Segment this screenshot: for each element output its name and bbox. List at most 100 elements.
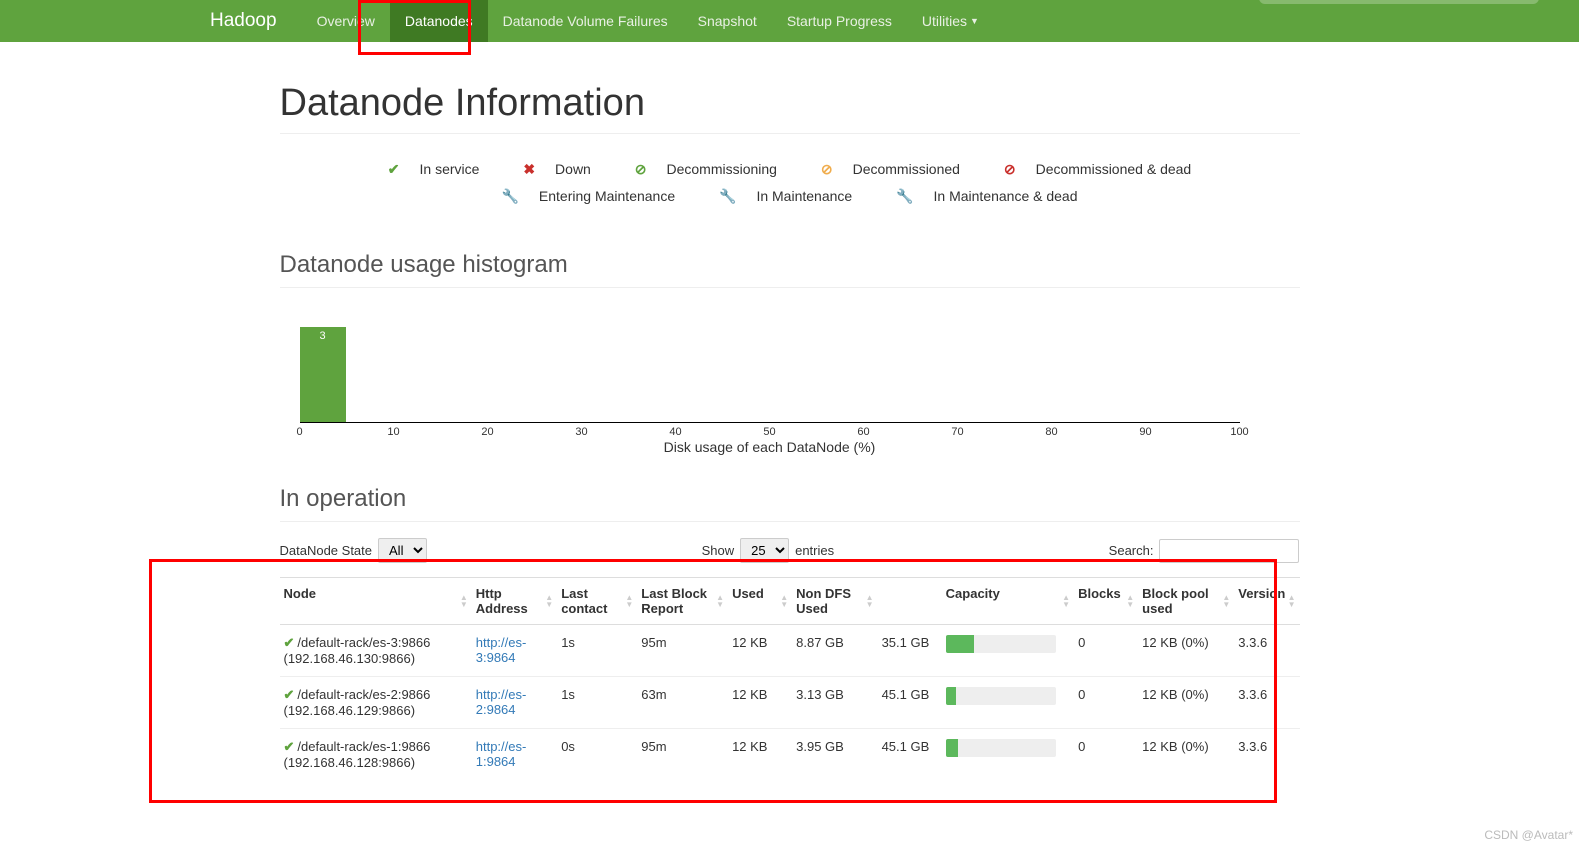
xtick: 10 xyxy=(387,426,399,438)
node-ip: (192.168.46.128:9866) xyxy=(284,755,416,770)
legend: ✔In service ✖Down ⊘Decommissioning ⊘Deco… xyxy=(280,144,1300,221)
col-lastc[interactable]: Last contact▲▼ xyxy=(557,578,637,625)
histogram-bar: 3 xyxy=(300,327,346,422)
histogram-title: Datanode usage histogram xyxy=(280,251,1300,288)
legend-decommissioned: Decommissioned xyxy=(853,161,960,177)
check-icon: ✔ xyxy=(388,161,400,177)
in-operation-title: In operation xyxy=(280,485,1300,522)
entries-label: entries xyxy=(795,543,834,558)
nav-datanodes[interactable]: Datanodes xyxy=(390,0,488,42)
dead-icon: ⊘ xyxy=(1004,161,1016,177)
legend-in-service: In service xyxy=(420,161,480,177)
xtick: 0 xyxy=(296,426,302,438)
navbar: Hadoop OverviewDatanodesDatanode Volume … xyxy=(0,0,1579,42)
wrench-icon: 🔧 xyxy=(501,188,518,204)
col-used[interactable]: Used▲▼ xyxy=(728,578,792,625)
caret-icon: ▼ xyxy=(970,16,979,26)
cell-pool: 12 KB (0%) xyxy=(1138,677,1234,729)
xtick: 80 xyxy=(1045,426,1057,438)
legend-in-maint: In Maintenance xyxy=(756,188,852,204)
state-select[interactable]: All xyxy=(378,538,427,563)
check-icon: ✔ xyxy=(284,687,295,702)
bar-label: 3 xyxy=(300,330,346,342)
cell-blocks: 0 xyxy=(1074,625,1138,677)
cell-version: 3.3.6 xyxy=(1234,729,1299,781)
xtick: 90 xyxy=(1139,426,1151,438)
col-version[interactable]: Version▲▼ xyxy=(1234,578,1299,625)
wrench-icon: 🔧 xyxy=(719,188,736,204)
cell-lastb: 63m xyxy=(637,677,728,729)
col-lastb[interactable]: Last Block Report▲▼ xyxy=(637,578,728,625)
cell-lastc: 1s xyxy=(557,677,637,729)
legend-down: Down xyxy=(555,161,591,177)
col-node[interactable]: Node▲▼ xyxy=(280,578,472,625)
cell-version: 3.3.6 xyxy=(1234,625,1299,677)
table-row: ✔/default-rack/es-2:9866(192.168.46.129:… xyxy=(280,677,1300,729)
http-link[interactable]: http://es-2:9864 xyxy=(476,687,527,717)
cell-used: 12 KB xyxy=(728,625,792,677)
cell-lastb: 95m xyxy=(637,729,728,781)
cell-lastc: 1s xyxy=(557,625,637,677)
cell-lastc: 0s xyxy=(557,729,637,781)
cell-cap-text: 45.1 GB xyxy=(878,729,942,781)
search-input[interactable] xyxy=(1159,539,1299,563)
xtick: 50 xyxy=(763,426,775,438)
col-pool[interactable]: Block pool used▲▼ xyxy=(1138,578,1234,625)
xtick: 30 xyxy=(575,426,587,438)
cell-version: 3.3.6 xyxy=(1234,677,1299,729)
nav-overview[interactable]: Overview xyxy=(302,0,390,42)
xtick: 40 xyxy=(669,426,681,438)
col-blocks[interactable]: Blocks▲▼ xyxy=(1074,578,1138,625)
chart-xlabel: Disk usage of each DataNode (%) xyxy=(300,439,1240,455)
cell-blocks: 0 xyxy=(1074,729,1138,781)
node-path: /default-rack/es-1:9866 xyxy=(297,739,430,754)
cell-lastb: 95m xyxy=(637,625,728,677)
capacity-bar xyxy=(946,687,1056,705)
col-capacity[interactable]: Capacity▲▼ xyxy=(942,578,1074,625)
nav-snapshot[interactable]: Snapshot xyxy=(683,0,772,42)
state-label: DataNode State xyxy=(280,543,373,558)
xtick: 20 xyxy=(481,426,493,438)
check-icon: ✔ xyxy=(284,739,295,754)
cell-used: 12 KB xyxy=(728,677,792,729)
xtick: 60 xyxy=(857,426,869,438)
cell-pool: 12 KB (0%) xyxy=(1138,729,1234,781)
cell-blocks: 0 xyxy=(1074,677,1138,729)
capacity-bar xyxy=(946,635,1056,653)
table-row: ✔/default-rack/es-3:9866(192.168.46.130:… xyxy=(280,625,1300,677)
col-nondfs[interactable]: Non DFS Used▲▼ xyxy=(792,578,877,625)
legend-decom-dead: Decommissioned & dead xyxy=(1036,161,1192,177)
http-link[interactable]: http://es-1:9864 xyxy=(476,739,527,769)
xtick: 70 xyxy=(951,426,963,438)
legend-decommissioning: Decommissioning xyxy=(666,161,776,177)
page-title: Datanode Information xyxy=(280,82,1300,134)
brand[interactable]: Hadoop xyxy=(210,10,277,32)
node-path: /default-rack/es-3:9866 xyxy=(297,635,430,650)
nav-utilities[interactable]: Utilities▼ xyxy=(907,0,994,42)
http-link[interactable]: http://es-3:9864 xyxy=(476,635,527,665)
node-path: /default-rack/es-2:9866 xyxy=(297,687,430,702)
show-label: Show xyxy=(702,543,735,558)
col-http[interactable]: Http Address▲▼ xyxy=(472,578,557,625)
cell-cap-text: 45.1 GB xyxy=(878,677,942,729)
histogram-chart: 3 0102030405060708090100 Disk usage of e… xyxy=(300,313,1240,455)
legend-entering-maint: Entering Maintenance xyxy=(539,188,675,204)
search-placeholder-blur xyxy=(1259,0,1539,4)
node-ip: (192.168.46.130:9866) xyxy=(284,651,416,666)
col-capacity-num[interactable] xyxy=(878,578,942,625)
node-ip: (192.168.46.129:9866) xyxy=(284,703,416,718)
wrench-icon: 🔧 xyxy=(896,188,913,204)
decomd-icon: ⊘ xyxy=(821,161,833,177)
search-label: Search: xyxy=(1109,543,1154,558)
decom-icon: ⊘ xyxy=(635,161,647,177)
show-select[interactable]: 25 xyxy=(740,538,789,563)
check-icon: ✔ xyxy=(284,635,295,650)
nav-datanode-volume-failures[interactable]: Datanode Volume Failures xyxy=(488,0,683,42)
xtick: 100 xyxy=(1230,426,1248,438)
table-controls: DataNode State All Show 25 entries Searc… xyxy=(280,532,1300,569)
datanode-table: Node▲▼ Http Address▲▼ Last contact▲▼ Las… xyxy=(280,577,1300,780)
capacity-bar xyxy=(946,739,1056,757)
cell-used: 12 KB xyxy=(728,729,792,781)
watermark: CSDN @Avatar* xyxy=(1484,828,1573,842)
nav-startup-progress[interactable]: Startup Progress xyxy=(772,0,907,42)
